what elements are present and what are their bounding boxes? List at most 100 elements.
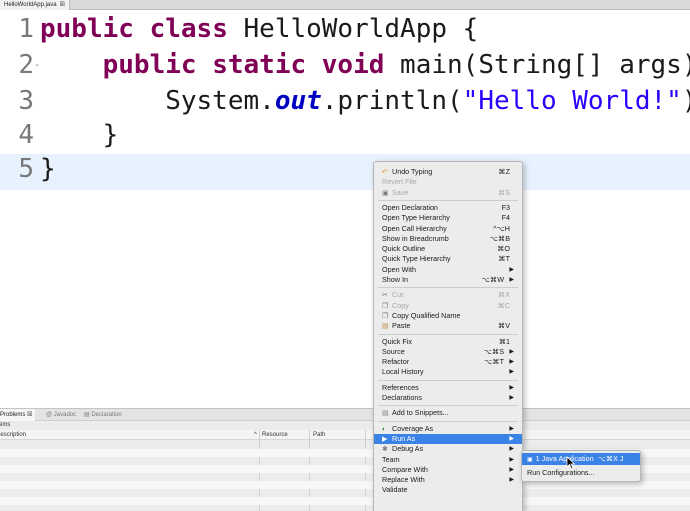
panel-items-label: items	[0, 422, 11, 428]
menu-item-add-to-snippets[interactable]: ▤ Add to Snippets...	[374, 408, 522, 418]
menu-item-text: Debug As	[392, 444, 424, 454]
column-path[interactable]: Path	[313, 430, 325, 440]
menu-item-label: Open Declaration	[382, 203, 438, 213]
menu-item-compare-with[interactable]: Compare With ▶	[374, 465, 522, 475]
menu-item-copy-qualified-name[interactable]: ❐ Copy Qualified Name	[374, 311, 522, 321]
tab-javadoc-label: Javadoc	[53, 412, 77, 418]
menu-item-save[interactable]: ▣ Save ⌘S	[374, 188, 522, 198]
code-text: System.out.println("Hello World!");	[40, 86, 690, 116]
mouse-cursor-icon	[566, 456, 576, 470]
submenu-arrow-icon: ▶	[509, 369, 514, 376]
submenu-item-1-java-application[interactable]: ▣ 1 Java Application ⌥⌘X J	[522, 453, 640, 465]
save-icon: ▣	[382, 189, 389, 197]
declaration-icon: ▤	[84, 412, 90, 418]
menu-item-text: Source	[382, 346, 405, 356]
menu-item-text: Team	[382, 454, 400, 464]
line-number: 1	[18, 14, 34, 44]
keyword-token: void	[321, 50, 385, 80]
menu-item-copy[interactable]: ❐ Copy ⌘C	[374, 301, 522, 311]
code-line[interactable]: 1 public class HelloWorldApp {	[0, 14, 690, 50]
menu-item-quick-type-hierarchy[interactable]: Quick Type Hierarchy ⌘T	[374, 254, 522, 264]
editor-tab-helloworldapp[interactable]: HelloWorldApp.java ☒	[0, 0, 70, 10]
keyword-token: public	[40, 14, 134, 44]
menu-item-open-with[interactable]: Open With ▶	[374, 265, 522, 275]
menu-item-quick-outline[interactable]: Quick Outline ⌘O	[374, 244, 522, 254]
line-number: 2	[18, 50, 34, 80]
column-resource[interactable]: Resource	[262, 430, 288, 440]
close-icon[interactable]: ☒	[60, 2, 65, 8]
run-as-submenu: ▣ 1 Java Application ⌥⌘X J Run Configuratio…	[521, 450, 641, 482]
menu-item-debug-as[interactable]: ✱ Debug As ▶	[374, 444, 522, 454]
menu-separator	[378, 287, 518, 289]
menu-item-references[interactable]: References ▶	[374, 383, 522, 393]
menu-item-quick-fix[interactable]: Quick Fix ⌘1	[374, 337, 522, 347]
menu-item-open-call-hierarchy[interactable]: Open Call Hierarchy ^⌥H	[374, 224, 522, 234]
code-line[interactable]: 4 }	[0, 120, 690, 156]
menu-item-text: Open Declaration	[382, 202, 438, 212]
menu-item-local-history[interactable]: Local History ▶	[374, 367, 522, 377]
menu-item-team[interactable]: Team ▶	[374, 455, 522, 465]
menu-item-shortcut: F3	[501, 202, 510, 212]
menu-item-cut[interactable]: ✂ Cut ⌘X	[374, 290, 522, 300]
menu-item-label: Validate	[382, 485, 407, 495]
menu-item-source[interactable]: Source ⌥⌘S ▶	[374, 347, 522, 357]
submenu-arrow-icon: ▶	[509, 446, 514, 453]
menu-item-open-declaration[interactable]: Open Declaration F3	[374, 203, 522, 213]
code-line[interactable]: 3 System.out.println("Hello World!");	[0, 86, 690, 122]
tab-declaration[interactable]: ▤ Declaration	[84, 409, 122, 421]
menu-item-coverage-as[interactable]: ◐ Coverage As ▶	[374, 424, 522, 434]
menu-item-undo-typing[interactable]: ↶ Undo Typing ⌘Z	[374, 167, 522, 177]
menu-item-validate[interactable]: Validate	[374, 485, 522, 495]
menu-item-text: Save	[392, 187, 409, 197]
code-line[interactable]: 5}	[0, 154, 690, 190]
menu-item-shortcut: F4	[501, 213, 510, 223]
menu-item-replace-with[interactable]: Replace With ▶	[374, 475, 522, 485]
menu-item-refactor[interactable]: Refactor ⌥⌘T ▶	[374, 357, 522, 367]
tab-javadoc[interactable]: @ Javadoc	[46, 409, 76, 421]
menu-item-text: Open Call Hierarchy	[382, 223, 447, 233]
submenu-item-shortcut: ⌥⌘X J	[597, 454, 624, 463]
snippet-icon: ▤	[382, 410, 389, 418]
menu-item-label: Open Call Hierarchy	[382, 224, 447, 234]
tab-problems[interactable]: Problems ☒	[0, 409, 36, 421]
menu-item-shortcut: ⌘1	[498, 336, 510, 346]
menu-item-text: Copy	[392, 300, 409, 310]
menu-item-run-as[interactable]: ▶ Run As ▶	[374, 433, 522, 444]
submenu-arrow-icon: ▶	[509, 425, 514, 432]
line-number: 5	[18, 154, 34, 184]
submenu-arrow-icon: ▶	[509, 435, 514, 442]
code-token: );	[682, 86, 690, 116]
submenu-arrow-icon: ▶	[509, 359, 514, 366]
menu-separator	[378, 420, 518, 422]
tab-declaration-label: Declaration	[91, 412, 122, 418]
code-line[interactable]: 2- public static void main(String[] args…	[0, 50, 690, 86]
menu-item-label: Declarations	[382, 393, 422, 403]
code-token: }	[40, 120, 119, 150]
submenu-arrow-icon: ▶	[509, 456, 514, 463]
menu-item-label: Replace With	[382, 475, 425, 485]
menu-item-text: Show in Breadcrumb	[382, 233, 449, 243]
menu-item-show-in-breadcrumb[interactable]: Show in Breadcrumb ⌥⌘B	[374, 234, 522, 244]
menu-item-paste[interactable]: ▤ Paste ⌘V	[374, 321, 522, 331]
menu-item-declarations[interactable]: Declarations ▶	[374, 393, 522, 403]
tab-problems-label: Problems	[0, 412, 26, 418]
keyword-token: class	[149, 14, 228, 44]
menu-item-show-in[interactable]: Show In ⌥⌘W ▶	[374, 275, 522, 285]
code-editor[interactable]: 1 public class HelloWorldApp {2- public s…	[0, 10, 690, 408]
menu-item-open-type-hierarchy[interactable]: Open Type Hierarchy F4	[374, 213, 522, 223]
menu-item-label: ▤ Add to Snippets...	[382, 408, 449, 419]
menu-item-text: Quick Fix	[382, 336, 412, 346]
submenu-item-run-configurations[interactable]: Run Configurations...	[522, 467, 640, 479]
code-token: System.	[40, 86, 275, 116]
menu-item-text: Local History	[382, 367, 424, 377]
menu-item-label: Show in Breadcrumb	[382, 234, 449, 244]
menu-item-text: Run As	[392, 433, 416, 443]
submenu-arrow-icon: ▶	[509, 277, 514, 283]
column-description[interactable]: Description	[0, 430, 26, 440]
menu-separator	[378, 379, 518, 381]
menu-item-revert-file[interactable]: Revert File	[374, 177, 522, 187]
editor-tab-label: HelloWorldApp.java	[4, 2, 57, 8]
